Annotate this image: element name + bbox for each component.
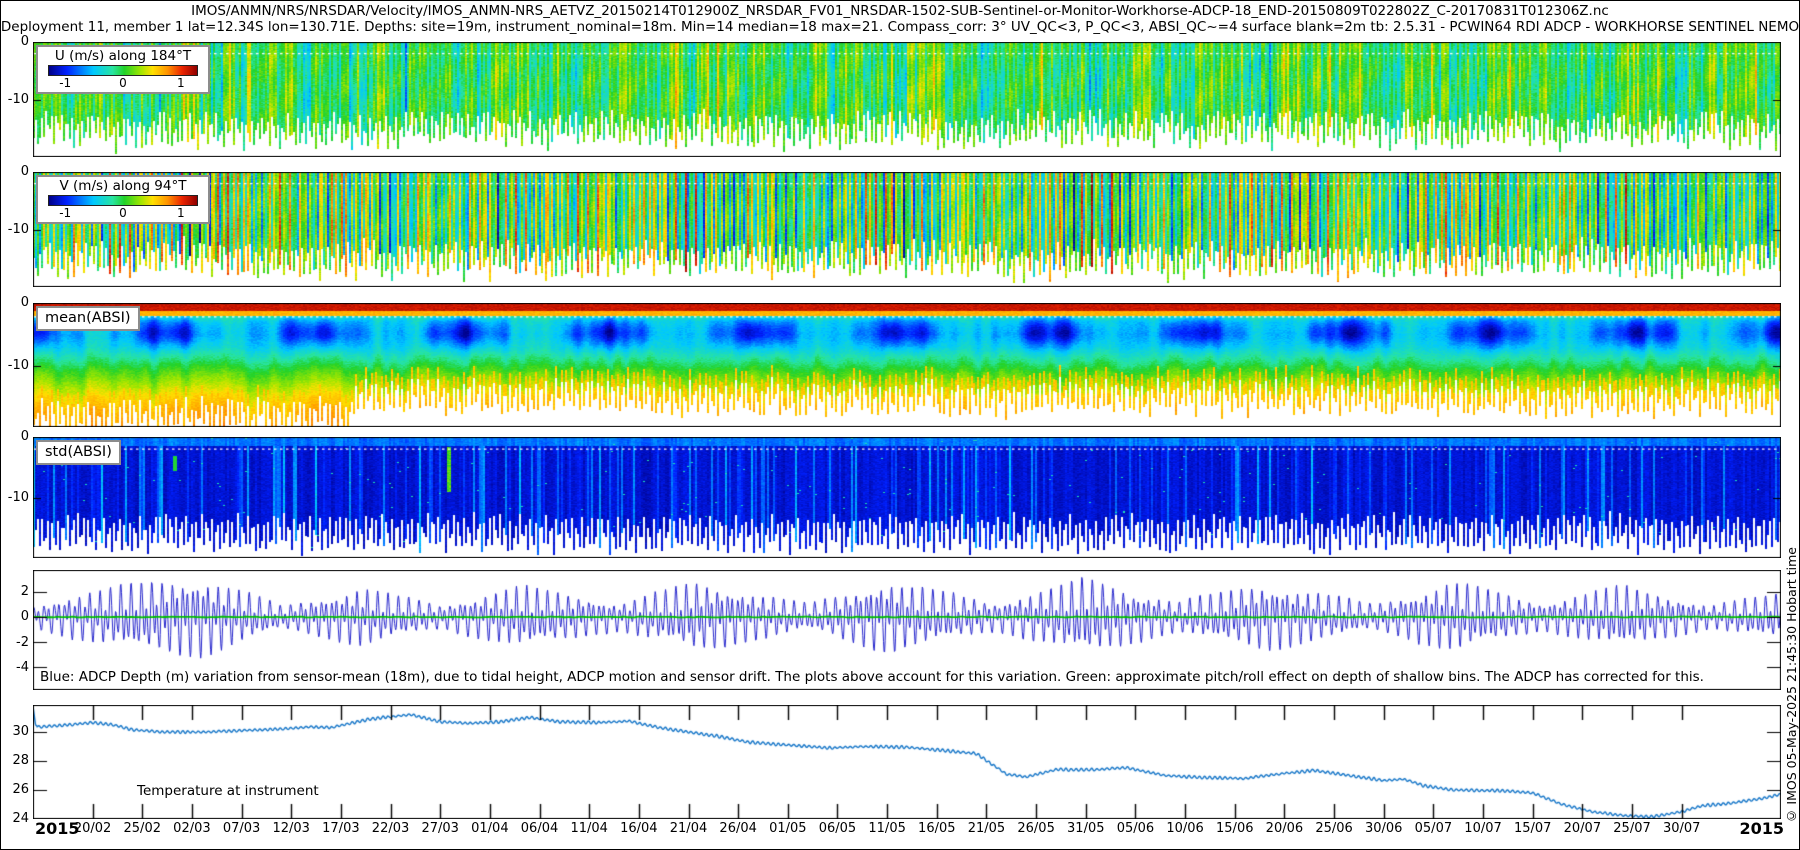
x-tick-label: 05/06 (1117, 821, 1154, 836)
x-tick-label: 17/03 (322, 821, 359, 836)
colorbar-tick-label: -1 (59, 206, 71, 220)
x-tick-label: 21/04 (670, 821, 707, 836)
x-tick-label: 20/02 (74, 821, 111, 836)
x-tick-label: 01/05 (769, 821, 806, 836)
x-axis-year-end: 2015 (1739, 819, 1784, 838)
y-tick-label-std_absi: 0 (0, 429, 29, 444)
x-tick-label: 30/07 (1663, 821, 1700, 836)
u-colorbar-tick-labels: -1 0 1 (38, 76, 208, 92)
x-tick-label: 25/02 (124, 821, 161, 836)
y-tick-label-depth: 0 (0, 609, 29, 624)
y-tick-label-temperature: 24 (0, 811, 29, 826)
x-tick-label: 31/05 (1067, 821, 1104, 836)
y-tick-label-depth: 2 (0, 584, 29, 599)
x-tick-label: 01/04 (471, 821, 508, 836)
x-tick-label: 10/07 (1464, 821, 1501, 836)
x-tick-label: 25/06 (1315, 821, 1352, 836)
v-velocity-heatmap-canvas (33, 172, 1781, 287)
u-velocity-heatmap-canvas (33, 42, 1781, 157)
temperature-line-canvas (33, 705, 1781, 819)
x-tick-label: 20/06 (1266, 821, 1303, 836)
y-tick-label-depth: -4 (0, 660, 29, 675)
x-tick-label: 02/03 (173, 821, 210, 836)
x-tick-label: 11/04 (570, 821, 607, 836)
x-tick-label: 16/05 (918, 821, 955, 836)
temperature-panel-label: Temperature at instrument (137, 783, 319, 799)
v-legend-title: V (m/s) along 94°T (38, 177, 208, 194)
figure-title-deployment-info: Deployment 11, member 1 lat=12.34S lon=1… (0, 19, 1800, 35)
v-colorbar-tick-labels: -1 0 1 (38, 206, 208, 222)
x-axis-year-start: 2015 (35, 819, 80, 838)
y-tick-label-mean_absi: -10 (0, 358, 29, 373)
x-tick-label: 26/04 (719, 821, 756, 836)
figure-title-filename: IMOS/ANMN/NRS/NRSDAR/Velocity/IMOS_ANMN-… (0, 3, 1800, 19)
y-tick-label-u: -10 (0, 92, 29, 107)
x-tick-label: 11/05 (868, 821, 905, 836)
y-tick-label-temperature: 28 (0, 753, 29, 768)
x-tick-label: 25/07 (1613, 821, 1650, 836)
y-tick-label-mean_absi: 0 (0, 295, 29, 310)
x-tick-label: 16/04 (620, 821, 657, 836)
x-tick-label: 06/05 (819, 821, 856, 836)
y-tick-label-u: 0 (0, 34, 29, 49)
x-tick-label: 15/07 (1514, 821, 1551, 836)
colorbar-tick-label: 0 (119, 76, 127, 90)
v-colorbar-gradient (48, 195, 198, 206)
y-tick-label-temperature: 30 (0, 724, 29, 739)
colorbar-tick-label: -1 (59, 76, 71, 90)
y-tick-label-depth: -2 (0, 635, 29, 650)
mean-absi-heatmap-canvas (33, 303, 1781, 427)
x-tick-label: 22/03 (372, 821, 409, 836)
y-tick-label-v: -10 (0, 222, 29, 237)
x-tick-label: 21/05 (968, 821, 1005, 836)
y-tick-label-temperature: 26 (0, 782, 29, 797)
colorbar-tick-label: 1 (177, 76, 185, 90)
colorbar-tick-label: 0 (119, 206, 127, 220)
y-tick-label-v: 0 (0, 164, 29, 179)
x-tick-label: 05/07 (1415, 821, 1452, 836)
x-tick-label: 07/03 (223, 821, 260, 836)
y-tick-label-std_absi: -10 (0, 490, 29, 505)
u-colorbar-gradient (48, 65, 198, 76)
imos-copyright-watermark: © IMOS 05-May-2025 21:45:30 Hobart time (1784, 547, 1799, 824)
v-colorbar-legend: V (m/s) along 94°T -1 0 1 (36, 175, 210, 224)
x-tick-label: 10/06 (1166, 821, 1203, 836)
x-tick-label: 06/04 (521, 821, 558, 836)
x-tick-label: 26/05 (1017, 821, 1054, 836)
colorbar-tick-label: 1 (177, 206, 185, 220)
x-tick-label: 30/06 (1365, 821, 1402, 836)
std-absi-label: std(ABSI) (36, 440, 121, 465)
std-absi-heatmap-canvas (33, 437, 1781, 558)
mean-absi-label: mean(ABSI) (36, 306, 140, 331)
x-tick-label: 15/06 (1216, 821, 1253, 836)
x-tick-label: 27/03 (421, 821, 458, 836)
x-tick-label: 20/07 (1564, 821, 1601, 836)
u-legend-title: U (m/s) along 184°T (38, 47, 208, 64)
depth-panel-annotation: Blue: ADCP Depth (m) variation from sens… (40, 669, 1704, 685)
x-tick-label: 12/03 (272, 821, 309, 836)
u-colorbar-legend: U (m/s) along 184°T -1 0 1 (36, 45, 210, 94)
